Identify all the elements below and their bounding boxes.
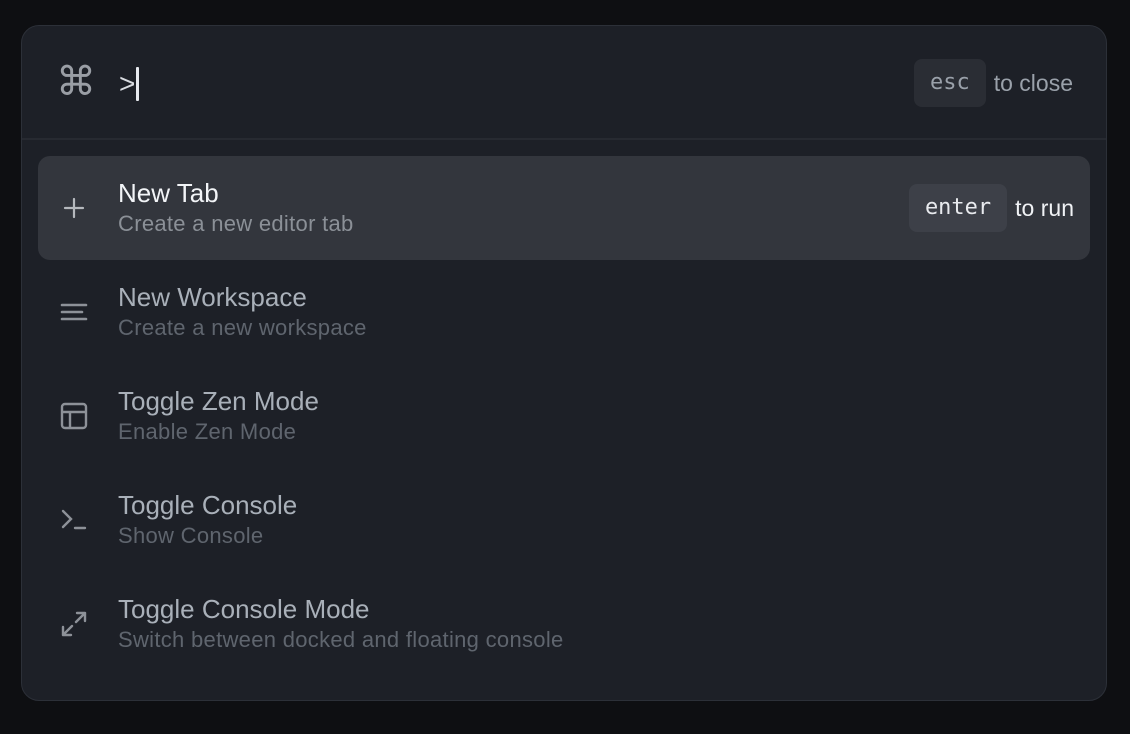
layout-icon (38, 401, 110, 431)
esc-key-badge[interactable]: esc (913, 59, 986, 107)
command-item-new-tab[interactable]: New Tab Create a new editor tab enter to … (38, 156, 1090, 260)
command-subtitle: Switch between docked and floating conso… (118, 627, 564, 652)
command-title: New Workspace (118, 282, 307, 312)
expand-icon (38, 609, 110, 639)
command-item-toggle-console[interactable]: Toggle Console Show Console (38, 468, 1090, 572)
command-item-toggle-console-mode[interactable]: Toggle Console Mode Switch between docked… (38, 572, 1090, 676)
command-title: Toggle Zen Mode (118, 386, 319, 416)
command-subtitle: Enable Zen Mode (118, 419, 297, 444)
command-title: Toggle Console (118, 490, 298, 520)
command-subtitle: Create a new workspace (118, 315, 367, 340)
run-hint-text: to run (1015, 194, 1074, 221)
command-input[interactable]: > (119, 66, 140, 102)
close-hint-text: to close (993, 69, 1073, 96)
command-key-icon: ⌘ (56, 60, 96, 104)
command-subtitle: Create a new editor tab (118, 211, 354, 236)
command-title: Toggle Console Mode (118, 594, 370, 624)
palette-header: ⌘ > esc to close (22, 26, 1106, 140)
command-title: New Tab (118, 178, 219, 208)
command-item-new-workspace[interactable]: New Workspace Create a new workspace (38, 260, 1090, 364)
query-text: > (119, 68, 136, 99)
close-hint: esc to close (913, 59, 1073, 107)
command-palette: ⌘ > esc to close New Tab Create a new edi… (21, 25, 1107, 701)
lines-icon (38, 300, 110, 324)
command-item-toggle-zen-mode[interactable]: Toggle Zen Mode Enable Zen Mode (38, 364, 1090, 468)
command-subtitle: Show Console (118, 523, 264, 548)
terminal-icon (38, 507, 110, 533)
command-list: New Tab Create a new editor tab enter to … (22, 140, 1106, 676)
text-caret (136, 67, 140, 101)
enter-key-badge[interactable]: enter (908, 184, 1008, 232)
plus-icon (38, 196, 110, 220)
run-hint: enter to run (908, 184, 1074, 232)
